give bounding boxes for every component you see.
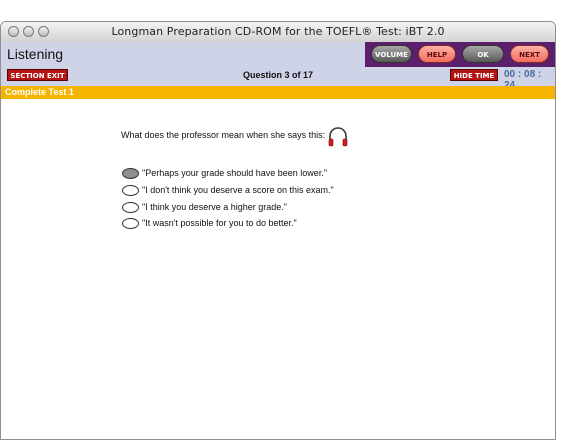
app-window: Longman Preparation CD-ROM for the TOEFL… (0, 21, 556, 440)
hide-time-button[interactable]: HIDE TIME (450, 69, 498, 81)
answer-label: "It wasn't possible for you to do better… (142, 218, 297, 228)
test-name: Complete Test 1 (5, 87, 74, 97)
answer-label: "Perhaps your grade should have been low… (142, 168, 328, 178)
control-button-panel: VOLUME HELP OK NEXT (365, 42, 555, 67)
title-bar[interactable]: Longman Preparation CD-ROM for the TOEFL… (1, 22, 555, 43)
radio-button[interactable] (122, 202, 139, 213)
radio-button[interactable] (122, 185, 139, 196)
volume-button[interactable]: VOLUME (371, 45, 412, 63)
header-panel: Listening VOLUME HELP OK NEXT SECTION EX… (1, 42, 555, 91)
radio-button[interactable] (122, 218, 139, 229)
help-button[interactable]: HELP (418, 45, 456, 63)
next-button[interactable]: NEXT (510, 45, 549, 63)
test-name-bar: Complete Test 1 (1, 86, 555, 99)
ok-button[interactable]: OK (462, 45, 504, 63)
window-title: Longman Preparation CD-ROM for the TOEFL… (111, 25, 445, 38)
radio-button-selected[interactable] (122, 168, 139, 179)
answer-label: "I think you deserve a higher grade." (142, 202, 287, 212)
section-name: Listening (7, 46, 64, 62)
answer-label: "I don't think you deserve a score on th… (142, 185, 334, 195)
question-prompt: What does the professor mean when she sa… (121, 130, 326, 140)
headphones-icon[interactable] (326, 125, 350, 149)
